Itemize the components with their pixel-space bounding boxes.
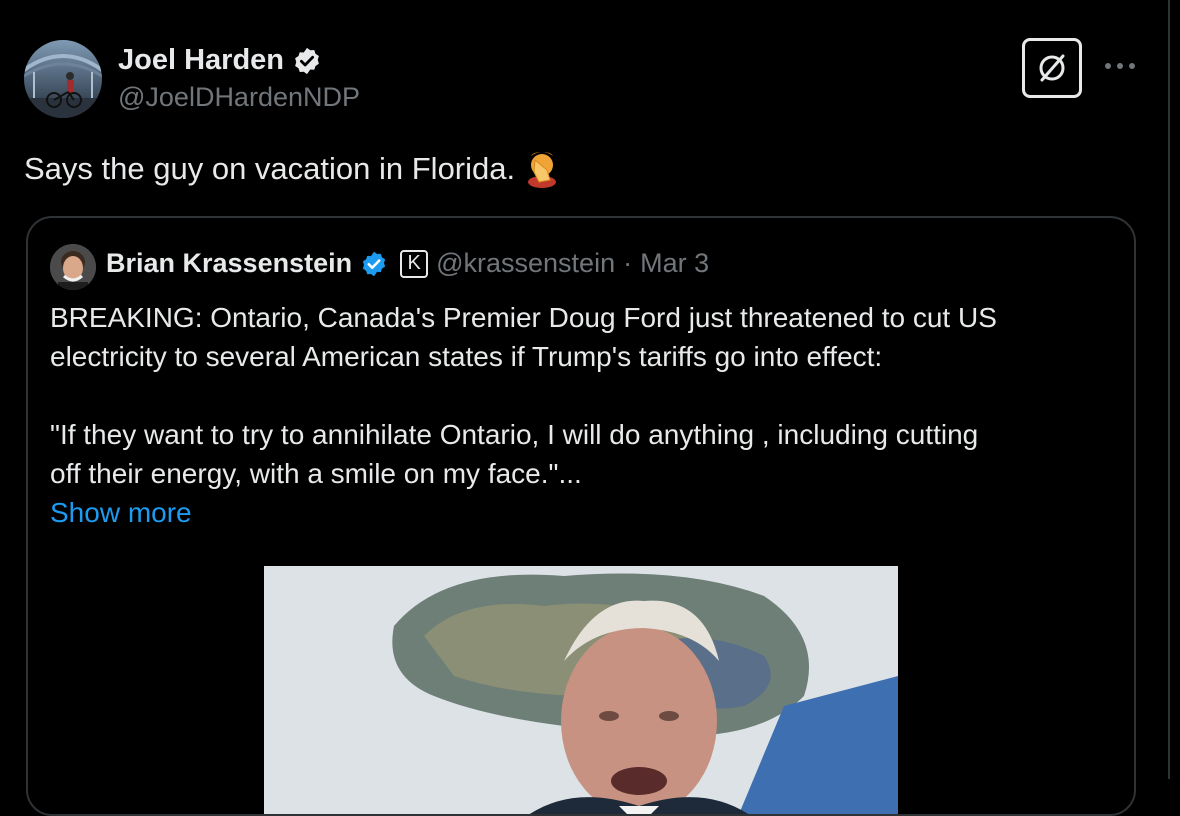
quoted-handle[interactable]: @krassenstein	[436, 248, 615, 279]
tweet-text-body: Says the guy on vacation in Florida.	[24, 151, 516, 186]
facepalm-emoji	[528, 152, 557, 188]
affiliate-badge[interactable]: K	[400, 249, 429, 278]
quoted-date[interactable]: Mar 3	[640, 248, 709, 279]
meta-separator: ·	[623, 248, 633, 278]
show-more-link[interactable]: Show more	[50, 493, 997, 532]
verified-badge-icon	[363, 251, 386, 276]
quoted-avatar[interactable]	[50, 244, 96, 290]
timeline-border	[1168, 0, 1170, 779]
author-handle[interactable]: @JoelDHardenNDP	[118, 82, 360, 113]
verified-badge-icon	[295, 47, 319, 74]
quoted-text-line	[50, 376, 997, 415]
tweet-text: Says the guy on vacation in Florida.	[24, 150, 559, 188]
quoted-text-line: electricity to several American states i…	[50, 341, 883, 372]
author-name-text[interactable]: Joel Harden	[118, 44, 284, 77]
quoted-name[interactable]: Brian Krassenstein	[106, 248, 352, 279]
author-name[interactable]: Joel Harden	[118, 44, 322, 77]
quoted-text-line: BREAKING: Ontario, Canada's Premier Doug…	[50, 302, 997, 333]
tweet: Joel Harden @JoelDHardenNDP Says the guy…	[0, 0, 1170, 816]
quoted-header: Brian Krassenstein K @krassenstein · Mar…	[106, 248, 709, 279]
quoted-text: BREAKING: Ontario, Canada's Premier Doug…	[50, 298, 997, 532]
author-avatar[interactable]	[24, 40, 102, 118]
more-options-button[interactable]	[1100, 54, 1140, 78]
grok-icon	[1039, 54, 1065, 82]
grok-button[interactable]	[1022, 38, 1082, 98]
quoted-text-line: "If they want to try to annihilate Ontar…	[50, 419, 979, 450]
quoted-text-line: off their energy, with a smile on my fac…	[50, 458, 582, 489]
quoted-tweet-card[interactable]: Brian Krassenstein K @krassenstein · Mar…	[26, 216, 1136, 816]
more-dots-icon	[1105, 63, 1135, 69]
